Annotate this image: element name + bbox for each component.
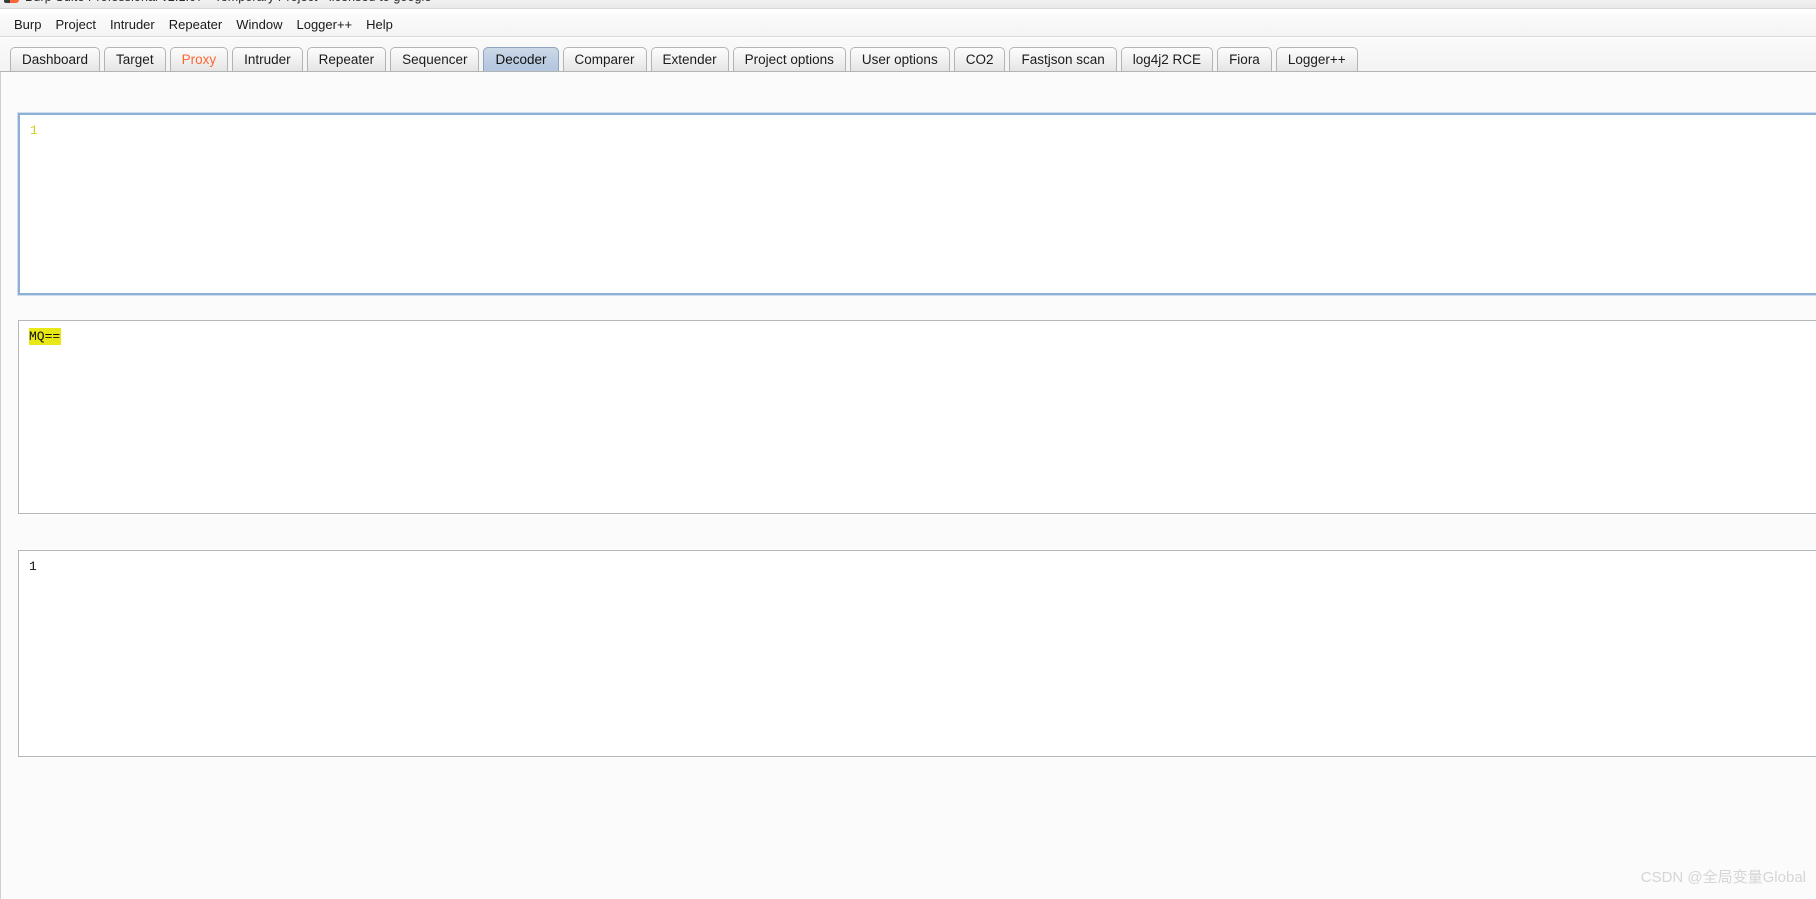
decoder-encoded-value: MQ== (29, 328, 62, 345)
tab-repeater[interactable]: Repeater (306, 47, 387, 72)
decoder-decoded-value: 1 (29, 559, 37, 574)
tab-fastjson-scan[interactable]: Fastjson scan (1009, 47, 1117, 72)
tab-project-options[interactable]: Project options (732, 47, 846, 72)
menu-item-intruder[interactable]: Intruder (103, 15, 162, 35)
tab-co2[interactable]: CO2 (953, 47, 1006, 72)
tab-sequencer[interactable]: Sequencer (390, 47, 480, 72)
decoder-encoded-highlight: MQ== (29, 328, 62, 345)
window-titlebar: Burp Suite Professional v2.1.07 - Tempor… (0, 0, 1816, 9)
tab-comparer[interactable]: Comparer (562, 47, 647, 72)
menu-item-repeater[interactable]: Repeater (162, 15, 229, 35)
decoder-input-value: 1 (30, 123, 38, 138)
tab-logger-plus-plus[interactable]: Logger++ (1275, 47, 1358, 72)
decoder-content-area: 1 MQ== 1 CSDN @全局变量Global (0, 72, 1816, 899)
tab-user-options[interactable]: User options (849, 47, 950, 72)
tab-extender[interactable]: Extender (650, 47, 729, 72)
tab-intruder[interactable]: Intruder (232, 47, 303, 72)
tab-log4j2-rce[interactable]: log4j2 RCE (1120, 47, 1214, 72)
menu-item-project[interactable]: Project (48, 15, 102, 35)
window-title: Burp Suite Professional v2.1.07 - Tempor… (25, 0, 432, 4)
decoder-encoded-textarea[interactable]: MQ== (18, 320, 1816, 514)
burp-suite-logo-icon (4, 0, 19, 5)
decoder-input-textarea[interactable]: 1 (18, 113, 1816, 295)
tab-decoder[interactable]: Decoder (483, 47, 559, 72)
menu-item-logger-plus-plus[interactable]: Logger++ (289, 15, 359, 35)
tab-proxy[interactable]: Proxy (169, 47, 229, 72)
menu-item-window[interactable]: Window (229, 15, 289, 35)
tab-fiora[interactable]: Fiora (1217, 47, 1272, 72)
csdn-watermark: CSDN @全局变量Global (1640, 869, 1806, 886)
decoder-decoded-textarea[interactable]: 1 (18, 550, 1816, 757)
menu-bar: Burp Project Intruder Repeater Window Lo… (0, 14, 1816, 37)
menu-item-burp[interactable]: Burp (7, 15, 48, 35)
menu-item-help[interactable]: Help (359, 15, 400, 35)
main-tab-strip: Dashboard Target Proxy Intruder Repeater… (0, 38, 1816, 72)
tab-dashboard[interactable]: Dashboard (10, 47, 101, 72)
tab-target[interactable]: Target (104, 47, 166, 72)
